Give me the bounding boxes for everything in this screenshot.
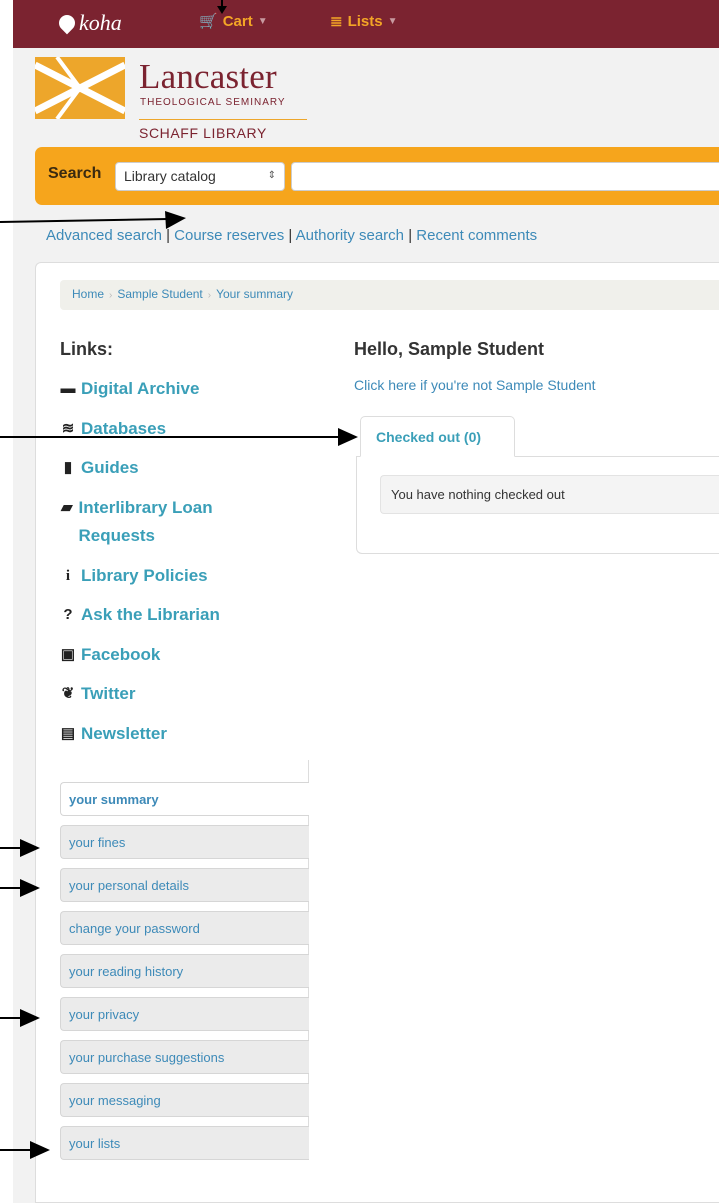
authority-search-link[interactable]: Authority search [296, 227, 404, 244]
logo-library-name: SCHAFF LIBRARY [139, 119, 307, 141]
advanced-search-link[interactable]: Advanced search [46, 227, 162, 244]
logo-subtitle: THEOLOGICAL SEMINARY [140, 97, 286, 108]
select-arrows-icon: ⇕ [267, 170, 276, 181]
sidebar-item-label: Interlibrary Loan Requests [78, 498, 213, 545]
breadcrumb-divider-icon: › [207, 290, 212, 301]
sidebar-item-ask-librarian[interactable]: ? Ask the Librarian [60, 601, 220, 629]
user-menu-lists[interactable]: your lists [60, 1126, 309, 1160]
separator: | [166, 227, 170, 244]
separator: | [408, 227, 413, 244]
book-icon: ▰ [60, 499, 73, 516]
koha-logo[interactable]: koha [55, 10, 122, 36]
top-navbar: koha 🛒 Cart ▼ ≣ Lists ▼ [13, 0, 719, 48]
library-logo[interactable]: Lancaster THEOLOGICAL SEMINARY SCHAFF LI… [35, 57, 315, 147]
logo-name: Lancaster [139, 57, 277, 96]
sidebar-item-label: Ask the Librarian [81, 605, 220, 624]
koha-leaf-icon [55, 11, 79, 35]
sidebar-item-databases[interactable]: ≋ Databases [60, 415, 166, 443]
cart-icon: 🛒 [199, 13, 218, 30]
chevron-down-icon: ▼ [387, 15, 398, 27]
greeting-heading: Hello, Sample Student [354, 339, 545, 359]
tab-checked-out[interactable]: Checked out (0) [360, 416, 515, 457]
info-icon: i [65, 568, 71, 584]
lists-label: Lists [347, 12, 383, 30]
seminary-emblem-icon [35, 57, 125, 119]
sidebar-item-label: Newsletter [81, 724, 167, 743]
search-scope-value: Library catalog [124, 168, 216, 184]
archive-icon: ▬ [60, 380, 76, 397]
twitter-icon: ❦ [61, 685, 75, 702]
breadcrumb-home[interactable]: Home [72, 287, 104, 301]
breadcrumb-divider-icon: › [109, 290, 113, 301]
user-menu-messaging[interactable]: your messaging [60, 1083, 309, 1117]
sidebar-item-newsletter[interactable]: ▤ Newsletter [60, 720, 167, 748]
user-menu-summary[interactable]: your summary [60, 782, 309, 816]
question-icon: ? [63, 606, 73, 623]
sidebar-item-twitter[interactable]: ❦ Twitter [60, 680, 136, 708]
breadcrumb-student[interactable]: Sample Student [117, 287, 202, 301]
user-menu-personal-details[interactable]: your personal details [60, 868, 309, 902]
breadcrumb: Home › Sample Student › Your summary [60, 280, 719, 310]
user-menu-privacy[interactable]: your privacy [60, 997, 309, 1031]
facebook-icon: ▣ [60, 646, 76, 663]
lists-menu[interactable]: ≣ Lists ▼ [330, 12, 398, 31]
search-label: Search [48, 165, 102, 182]
sidebar-item-label: Facebook [81, 645, 161, 664]
chevron-down-icon: ▼ [257, 15, 268, 27]
koha-brand-text: koha [79, 10, 122, 35]
links-heading: Links: [60, 339, 114, 359]
sidebar-item-label: Twitter [81, 684, 136, 703]
sidebar-item-facebook[interactable]: ▣ Facebook [60, 641, 160, 669]
search-bar: Search Library catalog ⇕ [35, 147, 719, 205]
user-menu-purchase-suggestions[interactable]: your purchase suggestions [60, 1040, 309, 1074]
sidebar-item-digital-archive[interactable]: ▬ Digital Archive [60, 375, 200, 403]
cart-label: Cart [222, 12, 253, 30]
not-you-link[interactable]: Click here if you're not Sample Student [354, 377, 596, 393]
user-menu-reading-history[interactable]: your reading history [60, 954, 309, 988]
empty-checkouts-message: You have nothing checked out [380, 475, 719, 514]
cart-menu[interactable]: 🛒 Cart ▼ [199, 12, 268, 31]
sidebar-item-library-policies[interactable]: i Library Policies [60, 562, 208, 590]
newspaper-icon: ▤ [60, 725, 76, 742]
user-menu-fines[interactable]: your fines [60, 825, 309, 859]
breadcrumb-current[interactable]: Your summary [216, 287, 293, 301]
sidebar-item-label: Databases [81, 419, 167, 438]
bookmark-icon: ▮ [63, 459, 73, 476]
user-menu-change-password[interactable]: change your password [60, 911, 309, 945]
sidebar-item-label: Guides [81, 458, 139, 477]
search-input[interactable] [291, 162, 719, 191]
search-links: Advanced search | Course reserves | Auth… [46, 227, 537, 244]
sidebar-item-label: Library Policies [81, 566, 208, 585]
sidebar-item-label: Digital Archive [81, 379, 200, 398]
separator: | [288, 227, 293, 244]
database-icon: ≋ [61, 420, 75, 437]
list-icon: ≣ [330, 13, 343, 30]
course-reserves-link[interactable]: Course reserves [174, 227, 284, 244]
sidebar-item-interlibrary-loan[interactable]: ▰ Interlibrary Loan Requests [60, 494, 260, 550]
recent-comments-link[interactable]: Recent comments [416, 227, 537, 244]
search-scope-select[interactable]: Library catalog ⇕ [115, 162, 285, 191]
sidebar-item-guides[interactable]: ▮ Guides [60, 454, 139, 482]
